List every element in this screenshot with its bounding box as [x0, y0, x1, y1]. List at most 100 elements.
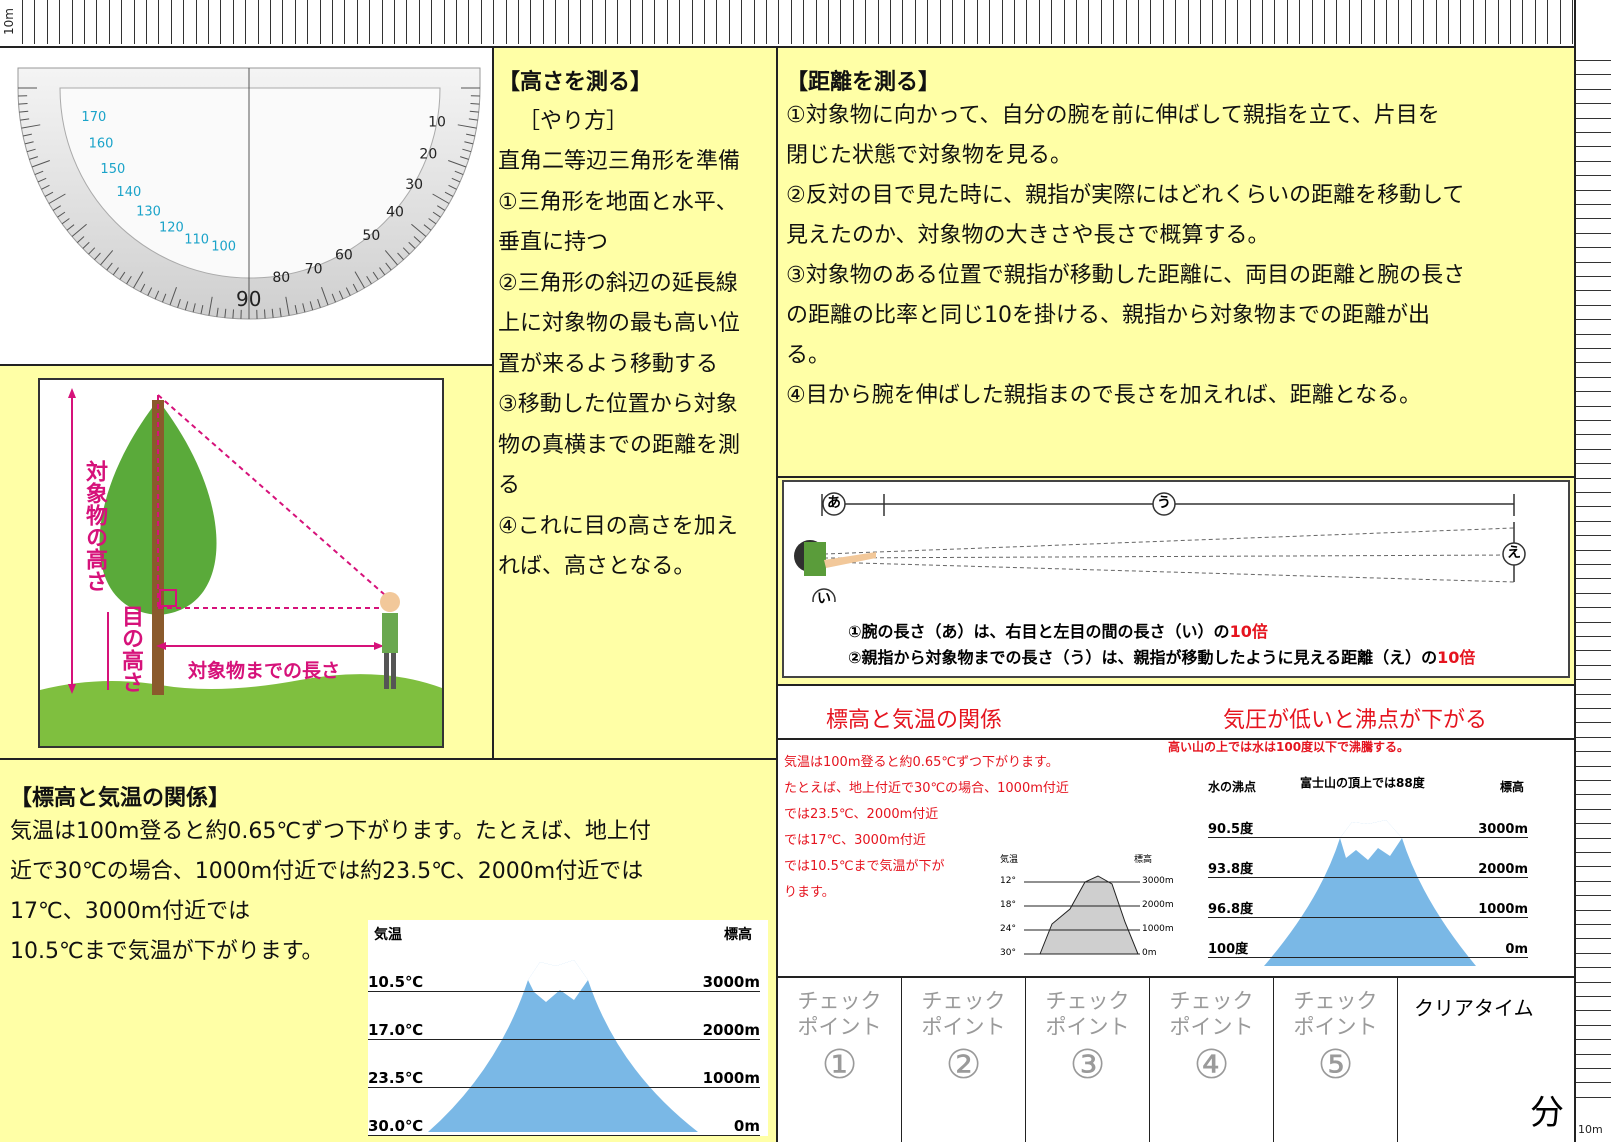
ruler-tick — [1576, 952, 1611, 954]
ruler-tick — [1497, 0, 1499, 44]
altitude-chart-rows: 10.5℃ 3000m 17.0℃ 2000m 23.5℃ 1000m 30.0℃ 0m — [368, 944, 760, 1136]
ruler-tick — [381, 0, 383, 44]
ruler-tick — [1576, 607, 1611, 609]
arm-note-2: ②親指から対象物までの長さ（う）は、親指が移動したように見える距離（え）の10倍 — [848, 644, 1475, 668]
text-line: 直角二等辺三角形を準備 — [498, 149, 741, 174]
height-section-lines: 直角二等辺三角形を準備 ①三角形を地面と水平、 垂直に持つ ②三角形の斜辺の延長線 上に… — [498, 142, 776, 588]
boiling-top-label: 富士山の頂上では88度 — [1300, 776, 1425, 790]
ruler-tick — [1576, 1024, 1611, 1026]
text-line: ④これに目の高さを加え — [498, 513, 738, 539]
text-line: 気温は100m登ると約0.65℃ずつ下がります。たとえば、地上付 — [10, 819, 651, 844]
ruler-tick — [1576, 448, 1611, 450]
ruler-tick — [1224, 0, 1226, 44]
ruler-tick — [282, 0, 284, 44]
text-line: 見えたのか、対象物の大きさや長さで概算する。 — [786, 223, 1270, 248]
ruler-tick — [1576, 60, 1611, 61]
arm-diagram-image — [794, 492, 1526, 612]
ruler-tick — [1576, 924, 1611, 925]
protractor-label: 80 — [272, 270, 290, 286]
text-line: ②三角形の斜辺の延長線 — [498, 270, 738, 296]
checkpoint-cell[interactable]: チェック ポイント ③ — [1026, 978, 1150, 1142]
row-left-label: 90.5度 — [1208, 822, 1254, 837]
row-right-label: 2000m — [1478, 862, 1528, 877]
ruler-tick — [59, 0, 61, 44]
ruler-tick — [567, 0, 569, 44]
chart-row: 100度 0m — [1208, 918, 1528, 958]
ruler-tick — [927, 0, 929, 44]
mini-temp-label: 12° — [1000, 876, 1016, 886]
ruler-tick — [1576, 535, 1611, 537]
checkpoint-number: ① — [821, 1042, 858, 1088]
ruler-tick — [1576, 808, 1611, 810]
ruler-tick — [1237, 0, 1239, 44]
checkpoint-cell[interactable]: チェック ポイント ④ — [1150, 978, 1274, 1142]
checkpoint-cell[interactable]: チェック ポイント ② — [902, 978, 1026, 1142]
text-line: 上に対象物の最も高い位 — [498, 311, 741, 336]
ruler-tick — [592, 0, 594, 44]
text-line: ③移動した位置から対象 — [498, 392, 738, 417]
checkpoint-cell[interactable]: チェック ポイント ① — [778, 978, 902, 1142]
ruler-tick — [840, 0, 842, 44]
ruler-tick — [1576, 852, 1611, 853]
text-line: 垂直に持つ — [498, 230, 609, 255]
ruler-tick — [1038, 0, 1040, 44]
ruler-tick — [1576, 650, 1611, 652]
protractor-label: 30 — [405, 177, 423, 193]
height-section-title: 【高さを測る】 — [498, 70, 653, 95]
checkpoint-label-1: チェック — [797, 989, 882, 1013]
ruler-tick — [1576, 1039, 1611, 1041]
ruler-tick — [1026, 0, 1028, 44]
ruler-tick — [505, 0, 507, 44]
protractor-tick — [263, 309, 266, 319]
ruler-tick — [1150, 0, 1152, 44]
ruler-tick — [1262, 0, 1263, 44]
ruler-tick — [1348, 0, 1350, 44]
ruler-tick — [344, 0, 346, 44]
ruler-tick — [1576, 463, 1611, 465]
ruler-tick — [319, 0, 321, 44]
boiling-right-header: 標高 — [1500, 780, 1525, 794]
ruler-tick — [1088, 0, 1090, 44]
ruler-tick — [852, 0, 854, 44]
ruler-tick — [1576, 679, 1611, 681]
ruler-tick — [1576, 1096, 1611, 1098]
ruler-tick — [1576, 492, 1611, 493]
ruler-tick — [766, 0, 767, 44]
checkpoint-cell[interactable]: チェック ポイント ⑤ — [1274, 978, 1398, 1142]
text-line: ②反対の目で見た時に、親指が実際にはどれくらいの距離を移動して — [786, 183, 1465, 208]
arm-note-2-emph: 10倍 — [1437, 648, 1476, 667]
mini-height-label: 2000m — [1142, 900, 1174, 910]
chart-row: 96.8度 1000m — [1208, 878, 1528, 918]
ruler-tick — [1485, 0, 1487, 44]
ruler-tick — [1576, 304, 1611, 306]
ruler-tick — [332, 0, 333, 44]
ruler-tick — [1576, 880, 1611, 882]
clear-time-cell[interactable]: クリアタイム分 — [1398, 978, 1574, 1142]
distance-section-lines: ①対象物に向かって、自分の腕を前に伸ばして親指を立て、片目を 閉じた状態で対象物を… — [786, 96, 1574, 416]
ruler-tick — [518, 0, 519, 44]
protractor-label: 50 — [362, 228, 380, 244]
ruler-tick — [456, 0, 457, 44]
ruler-tick — [1138, 0, 1139, 44]
row-left-label: 100度 — [1208, 942, 1249, 957]
chart-row: 90.5度 3000m — [1208, 798, 1528, 838]
ruler-tick — [542, 0, 544, 44]
mini-temp-label: 24° — [1000, 924, 1016, 934]
ruler-tick — [1274, 0, 1276, 44]
mini-temp-label: 30° — [1000, 948, 1016, 958]
arm-diagram-panel: あ う え い ①腕の長さ（あ）は、右目と左目の間の長さ（い）の10倍 ②親指か… — [778, 478, 1574, 686]
ruler-tick — [170, 0, 172, 44]
ruler-tick — [580, 0, 581, 44]
mini-temp-label: 18° — [1000, 900, 1016, 910]
ruler-tick — [1361, 0, 1363, 44]
ruler-tick — [307, 0, 309, 44]
ruler-tick — [480, 0, 482, 44]
ruler-tick — [902, 0, 904, 44]
ruler-tick — [468, 0, 470, 44]
ruler-tick — [1576, 823, 1611, 825]
ruler-tick — [1113, 0, 1115, 44]
ruler-tick — [1576, 996, 1611, 997]
ruler-tick — [828, 0, 829, 44]
boiling-rows: 90.5度 3000m 93.8度 2000m 96.8度 1000m 100度 0m — [1208, 798, 1528, 958]
checkpoint-number: ② — [945, 1042, 982, 1088]
